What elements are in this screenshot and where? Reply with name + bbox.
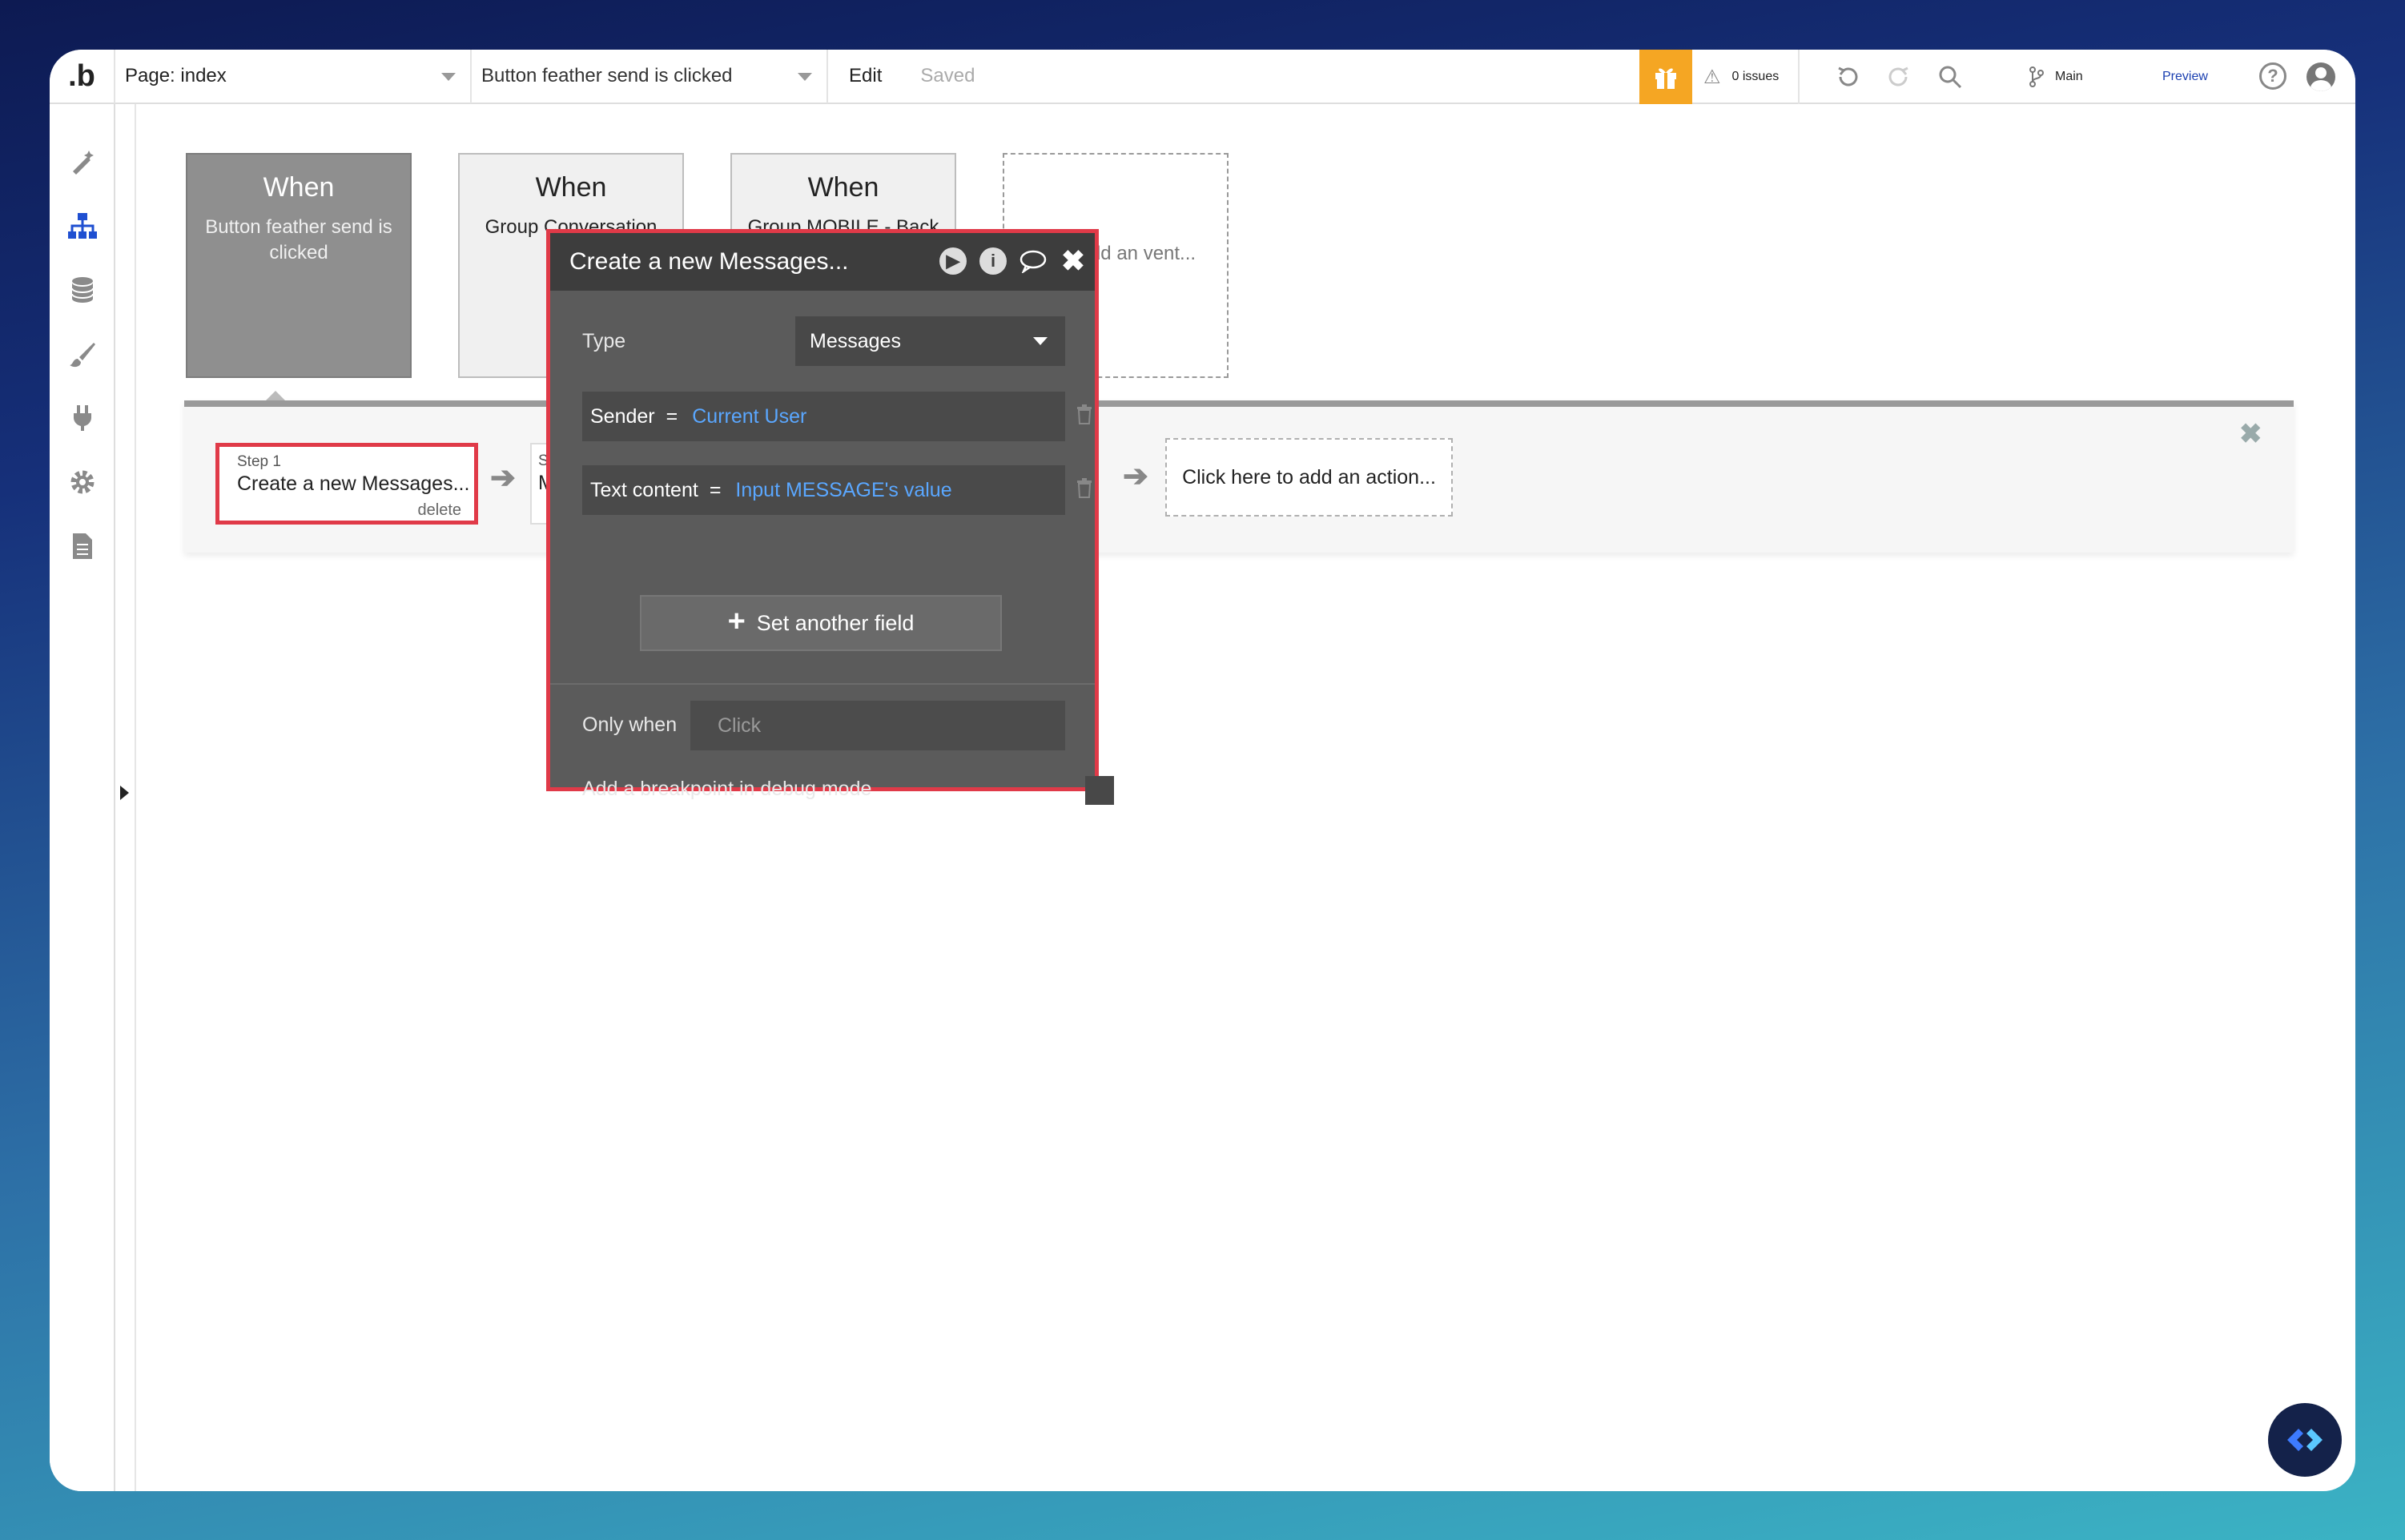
only-when-label: Only when [582,714,678,736]
settings-icon[interactable] [50,458,115,506]
action-properties-popup: Create a new Messages... ▶ i ✖ Type Mess… [546,229,1114,805]
popup-divider [550,683,1095,685]
only-when-placeholder: Click [718,714,762,737]
branch-selector[interactable]: Main [2028,50,2083,104]
search-icon[interactable] [1936,50,1964,104]
avatar[interactable] [2306,62,2335,91]
plus-icon: + [727,604,746,638]
only-when-input[interactable]: Click [690,701,1065,750]
arrow-right-icon: ➔ [490,461,516,495]
data-icon[interactable] [50,266,115,314]
field-equals: = [666,404,678,428]
step-1-card[interactable]: Step 1 Create a new Messages... delete [215,443,478,525]
branch-icon [2029,66,2044,87]
design-icon[interactable] [50,138,115,186]
support-chat-button[interactable] [2268,1403,2342,1477]
help-icon[interactable]: ? [2259,62,2286,90]
set-another-field-button[interactable]: + Set another field [640,595,1002,651]
top-bar: .b Page: index Button feather send is cl… [50,50,2355,104]
step-title: Create a new Messages... [237,472,470,495]
trash-icon[interactable] [1076,477,1093,504]
redo-icon[interactable] [1885,50,1912,104]
chevron-down-icon [1033,337,1048,345]
close-icon[interactable]: ✖ [1060,244,1087,277]
field-equals: = [709,478,722,501]
page-selector[interactable]: Page: index [115,50,472,103]
add-action-placeholder[interactable]: Click here to add an action... [1165,438,1453,517]
event-when-label: When [535,172,607,203]
branch-label: Main [2055,70,2083,83]
event-card-button-send[interactable]: When Button feather send is clicked [186,153,412,378]
workflow-selector-label: Button feather send is clicked [481,65,733,86]
field-row-text-content[interactable]: Text content = Input MESSAGE's value [582,465,1065,515]
type-value: Messages [810,329,901,352]
preview-button[interactable]: Preview [2162,50,2208,104]
info-icon[interactable]: i [979,247,1007,275]
issues-indicator[interactable]: ⚠ 0 issues [1703,50,1800,104]
saved-status: Saved [920,65,975,86]
expand-panel-arrow-icon[interactable] [120,786,129,800]
issues-count: 0 issues [1731,70,1780,83]
breakpoint-checkbox[interactable] [1085,776,1114,805]
logs-icon[interactable] [50,522,115,570]
chat-logo-icon [2287,1429,2323,1451]
event-when-label: When [263,172,335,203]
field-value[interactable]: Current User [692,405,806,428]
canvas-divider [135,104,136,1491]
delete-step-link[interactable]: delete [418,501,462,520]
play-icon[interactable]: ▶ [939,247,967,275]
trash-icon[interactable] [1076,404,1093,430]
edit-menu[interactable]: Edit [828,65,882,87]
comment-icon[interactable] [1020,247,1047,275]
sidebar [50,104,115,1491]
event-description: Button feather send is clicked [205,216,392,263]
undo-icon[interactable] [1834,50,1861,104]
type-dropdown[interactable]: Messages [795,316,1065,366]
event-when-label: When [807,172,879,203]
set-another-field-label: Set another field [756,610,915,635]
field-row-sender[interactable]: Sender = Current User [582,392,1065,441]
field-name: Text content [590,478,698,501]
breakpoint-label: Add a breakpoint in debug mode [582,778,872,800]
workflow-selector[interactable]: Button feather send is clicked [472,50,828,103]
workflow-icon[interactable] [50,202,115,250]
warning-icon: ⚠ [1703,66,1721,88]
step-number: Step 1 [237,453,281,470]
close-strip-icon[interactable]: ✖ [2239,418,2262,450]
bubble-logo[interactable]: .b [50,50,115,103]
page-selector-label: Page: index [125,65,227,86]
plugins-icon[interactable] [50,394,115,442]
field-name: Sender [590,404,655,428]
styles-icon[interactable] [50,330,115,378]
gift-icon[interactable] [1639,50,1692,104]
popup-header: Create a new Messages... ▶ i ✖ [550,233,1095,291]
selected-event-pointer [266,391,285,400]
chevron-down-icon [798,73,812,81]
chevron-down-icon [441,73,456,81]
field-value[interactable]: Input MESSAGE's value [735,479,951,502]
app-window: .b Page: index Button feather send is cl… [50,50,2355,1491]
type-label: Type [582,330,626,352]
arrow-right-icon: ➔ [1123,460,1148,493]
popup-title: Create a new Messages... [569,248,849,275]
